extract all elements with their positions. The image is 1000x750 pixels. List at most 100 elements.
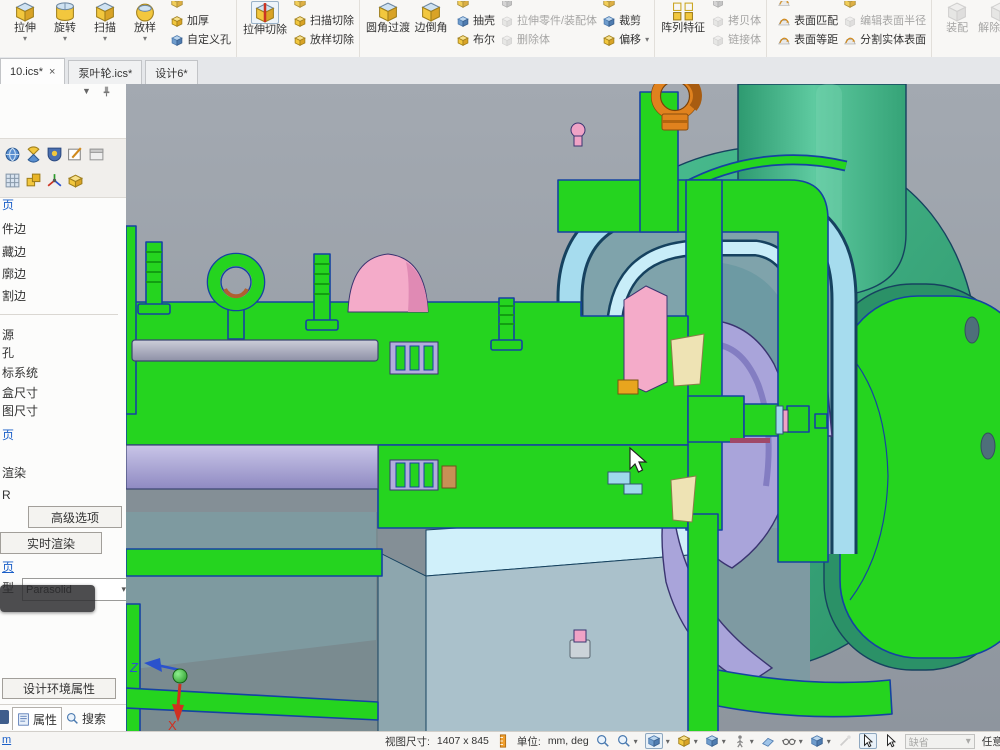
- display-mode-icon[interactable]: [677, 734, 691, 748]
- loft-button[interactable]: 放样 ▾: [125, 1, 165, 43]
- display-option-item[interactable]: 藏边: [2, 245, 26, 260]
- scene-option-item[interactable]: 源: [2, 328, 14, 343]
- boolean-button[interactable]: 布尔: [456, 33, 495, 47]
- tab-document-2[interactable]: 泵叶轮.ics*: [68, 60, 142, 84]
- advanced-options-button[interactable]: 高级选项: [28, 506, 122, 528]
- tab-label: 设计6*: [155, 65, 187, 81]
- grid-icon[interactable]: [4, 172, 21, 189]
- chamfer-button[interactable]: 边倒角: [411, 1, 451, 35]
- panel-collapse-icon[interactable]: ▼: [82, 86, 91, 96]
- gold-part-icon[interactable]: [67, 172, 84, 189]
- chevron-down-icon[interactable]: ▾: [694, 737, 698, 746]
- surface-offset-button[interactable]: 表面等距: [777, 33, 838, 47]
- chevron-down-icon[interactable]: ▾: [722, 737, 726, 746]
- extrude-cut-button[interactable]: 拉伸切除: [242, 1, 288, 37]
- close-icon[interactable]: ×: [49, 66, 55, 78]
- view-cube-button[interactable]: [810, 734, 824, 748]
- ribbon-group-pattern: 阵列特征 拷贝体 链接体: [655, 0, 767, 58]
- render-globe-icon[interactable]: [4, 146, 21, 163]
- zoom-icon[interactable]: [596, 734, 610, 748]
- thicken-icon: [170, 15, 184, 28]
- scene-option-item[interactable]: 孔: [2, 346, 14, 361]
- button-label: 阵列特征: [661, 22, 705, 35]
- display-option-item[interactable]: 页: [2, 198, 14, 213]
- bearing-upper: [390, 342, 438, 374]
- pedestal-base: [378, 512, 702, 732]
- trim-button[interactable]: 裁剪: [602, 14, 649, 28]
- chevron-down-icon: ▾: [645, 33, 649, 47]
- chevron-down-icon[interactable]: ▾: [750, 737, 754, 746]
- extrude-button[interactable]: 拉伸 ▾: [5, 1, 45, 43]
- edit-box-icon[interactable]: [67, 146, 84, 163]
- offset-icon: [602, 34, 616, 47]
- viewport-3d[interactable]: Z X: [126, 84, 1000, 732]
- surface-match-icon: [777, 15, 791, 28]
- view-size-label: 视图尺寸:: [385, 734, 430, 749]
- tab-document-1[interactable]: 10.ics* ×: [0, 58, 65, 84]
- display-option-item[interactable]: 件边: [2, 222, 26, 237]
- scene-option-item[interactable]: 标系统: [2, 366, 38, 381]
- select-arrow-secondary[interactable]: [884, 734, 898, 748]
- display-option-item[interactable]: 廓边: [2, 267, 26, 282]
- scene-option-item[interactable]: 盒尺寸: [2, 386, 38, 401]
- tab-document-3[interactable]: 设计6*: [145, 60, 197, 84]
- chevron-down-icon: ▾: [23, 35, 27, 43]
- display-option-item[interactable]: 割边: [2, 289, 26, 304]
- scene-option-item-selected[interactable]: 页: [2, 428, 14, 443]
- surface-match-button[interactable]: 表面匹配: [777, 14, 838, 28]
- ribbon-small-column: 裁剪 偏移 ▾: [602, 1, 649, 47]
- render-option-item[interactable]: 渲染: [2, 466, 26, 481]
- panel-link[interactable]: 页: [2, 558, 14, 575]
- units-value[interactable]: mm, deg: [548, 735, 589, 747]
- glasses-icon[interactable]: [782, 734, 796, 748]
- fan-icon[interactable]: [25, 146, 42, 163]
- ribbon-small-column: 拷贝体 链接体: [711, 1, 761, 47]
- render-option-item[interactable]: R: [2, 488, 11, 503]
- view-size-value: 1407 x 845: [437, 735, 489, 747]
- sweep-cut-button[interactable]: 扫描切除: [293, 14, 354, 28]
- chevron-down-icon[interactable]: ▾: [827, 737, 831, 746]
- sweep-button[interactable]: 扫描 ▾: [85, 1, 125, 43]
- offset-button[interactable]: 偏移 ▾: [602, 33, 649, 47]
- pattern-feature-button[interactable]: 阵列特征: [660, 1, 706, 35]
- edit-surface-radius-button: 编辑表面半径: [843, 14, 926, 28]
- clipped-link-fragment[interactable]: m: [2, 734, 11, 746]
- thicken-button[interactable]: 加厚: [170, 14, 231, 28]
- ruler-icon[interactable]: [496, 734, 510, 748]
- ribbon-small-column: 扫描切除 放样切除: [293, 1, 354, 47]
- clipped-toolbar-row: [170, 1, 231, 9]
- chevron-down-icon[interactable]: ▾: [666, 737, 670, 746]
- pin-icon[interactable]: [100, 85, 113, 98]
- custom-hole-button[interactable]: 自定义孔: [170, 33, 231, 47]
- axis-triad-icon[interactable]: [46, 172, 63, 189]
- realtime-render-button[interactable]: 实时渲染: [0, 532, 102, 554]
- zoom-window-icon[interactable]: [617, 734, 631, 748]
- design-env-properties-button[interactable]: 设计环境属性: [2, 678, 116, 699]
- ribbon-small-column: 抽壳 布尔: [456, 1, 495, 47]
- perspective-icon[interactable]: [761, 734, 775, 748]
- select-arrow-button[interactable]: [859, 733, 877, 749]
- button-label: 链接体: [728, 33, 761, 47]
- shell-button[interactable]: 抽壳: [456, 14, 495, 28]
- chevron-down-icon[interactable]: ▾: [799, 737, 803, 746]
- view-cube-icon: [647, 734, 661, 748]
- tab-properties[interactable]: 属性: [12, 707, 62, 730]
- tab-search[interactable]: 搜索: [62, 707, 110, 729]
- extrude-part-icon: [500, 15, 514, 28]
- shield-icon[interactable]: [46, 146, 63, 163]
- split-solid-surface-button[interactable]: 分割实体表面: [843, 33, 926, 47]
- fillet-button[interactable]: 圆角过渡: [365, 1, 411, 35]
- parts-icon[interactable]: [25, 172, 42, 189]
- walk-mode-icon[interactable]: [733, 734, 747, 748]
- chevron-down-icon[interactable]: ▾: [634, 737, 638, 746]
- ribbon-group-modify: 圆角过渡 边倒角 抽壳 布尔: [360, 0, 655, 58]
- window-icon[interactable]: [88, 146, 105, 163]
- filter-default-dropdown[interactable]: 缺省 ▾: [905, 734, 975, 749]
- ribbon-small-column: 加厚 自定义孔: [170, 1, 231, 47]
- scene-option-item[interactable]: 图尺寸: [2, 404, 38, 419]
- view-orientation-button[interactable]: [645, 733, 663, 749]
- loft-cut-button[interactable]: 放样切除: [293, 33, 354, 47]
- revolve-button[interactable]: 旋转 ▾: [45, 1, 85, 43]
- ribbon-group-surface: 表面匹配 表面等距 编辑表面半径 分割实体表面: [767, 0, 932, 58]
- render-mode-icon[interactable]: [705, 734, 719, 748]
